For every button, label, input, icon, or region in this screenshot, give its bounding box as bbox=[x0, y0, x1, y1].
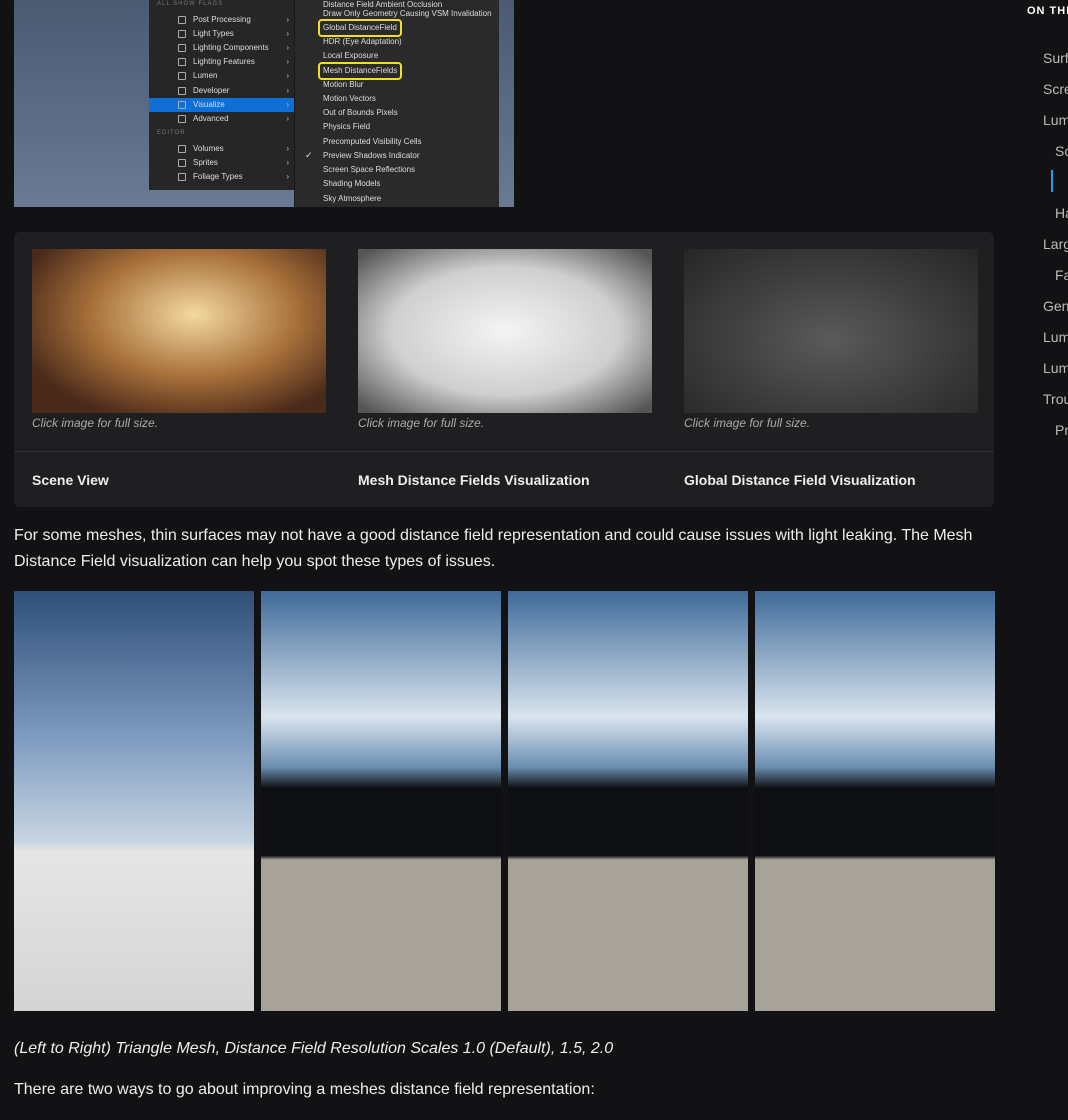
mesh-distance-fields-image[interactable] bbox=[358, 249, 652, 413]
menu-item[interactable]: Foliage Types › bbox=[149, 170, 295, 184]
distance-field-scale-1-5-image bbox=[508, 591, 748, 1011]
checkmark-icon: ✓ bbox=[305, 150, 313, 160]
menu-item-label: Light Types bbox=[193, 29, 234, 38]
show-flags-menu: ALL SHOW FLAGS Post Processing › Light Ty… bbox=[149, 0, 295, 190]
chevron-right-icon: › bbox=[286, 57, 289, 66]
light-icon bbox=[178, 30, 186, 38]
menu-item[interactable]: Volumes › bbox=[149, 142, 295, 156]
submenu-item[interactable]: Motion Vectors bbox=[323, 92, 376, 106]
submenu-item[interactable]: Motion Blur bbox=[323, 78, 363, 92]
scene-view-image[interactable] bbox=[32, 249, 326, 413]
light-icon bbox=[178, 44, 186, 52]
body-paragraph: For some meshes, thin surfaces may not h… bbox=[14, 527, 973, 570]
atom-icon bbox=[178, 115, 186, 123]
chevron-right-icon: › bbox=[286, 15, 289, 24]
menu-item[interactable]: Developer › bbox=[149, 84, 295, 98]
toc-heading: ON THIS PAGE bbox=[1027, 5, 1068, 17]
menu-item-label: Post Processing bbox=[193, 15, 251, 24]
light-icon bbox=[178, 58, 186, 66]
menu-item-label: Foliage Types bbox=[193, 172, 243, 181]
post-processing-icon bbox=[178, 16, 186, 24]
menu-item-label: Lumen bbox=[193, 71, 218, 80]
chevron-right-icon: › bbox=[286, 158, 289, 167]
menu-item-label: Sprites bbox=[193, 158, 218, 167]
toc-item[interactable]: Lum bbox=[1043, 360, 1068, 376]
toc-item[interactable]: Ha bbox=[1055, 205, 1068, 221]
image-gallery: Click image for full size. Scene View Cl… bbox=[14, 232, 994, 507]
menu-item-label: Lighting Components bbox=[193, 43, 269, 52]
body-paragraph: There are two ways to go about improving… bbox=[14, 1081, 595, 1098]
chevron-right-icon: › bbox=[286, 144, 289, 153]
menu-item[interactable]: Post Processing › bbox=[149, 13, 295, 27]
chevron-right-icon: › bbox=[286, 100, 289, 109]
toc-item[interactable]: Fa bbox=[1055, 267, 1068, 283]
divider bbox=[14, 451, 994, 452]
toc-active-indicator bbox=[1051, 170, 1053, 192]
menu-item[interactable]: Lighting Features › bbox=[149, 55, 295, 69]
triangle-mesh-image bbox=[14, 591, 254, 1011]
submenu-item[interactable]: Local Exposure bbox=[323, 49, 378, 63]
volume-icon bbox=[178, 145, 186, 153]
chevron-right-icon: › bbox=[286, 43, 289, 52]
submenu-item[interactable]: Draw Only Geometry Causing VSM Invalidat… bbox=[323, 7, 492, 21]
menu-item[interactable]: Light Types › bbox=[149, 27, 295, 41]
chevron-right-icon: › bbox=[286, 71, 289, 80]
image-caption: Click image for full size. bbox=[684, 416, 811, 430]
toc-item[interactable]: Trou bbox=[1043, 391, 1068, 407]
image-caption: Click image for full size. bbox=[358, 416, 485, 430]
toc-item[interactable]: Scre bbox=[1043, 81, 1068, 97]
submenu-item[interactable]: HDR (Eye Adaptation) bbox=[323, 35, 402, 49]
submenu-item-mesh-distancefields[interactable]: Mesh DistanceFields bbox=[317, 62, 403, 80]
menu-item-label: Developer bbox=[193, 86, 230, 95]
foliage-icon bbox=[178, 173, 186, 181]
menu-item[interactable]: Sprites › bbox=[149, 156, 295, 170]
menu-item[interactable]: Lighting Components › bbox=[149, 41, 295, 55]
menu-item-visualize[interactable]: Visualize › bbox=[149, 98, 295, 112]
toc-item[interactable]: Surf bbox=[1043, 50, 1068, 66]
toc-item[interactable]: Gen bbox=[1043, 298, 1068, 314]
global-distance-field-image[interactable] bbox=[684, 249, 978, 413]
menu-item-label: Advanced bbox=[193, 114, 229, 123]
section-label: ALL SHOW FLAGS bbox=[157, 1, 224, 7]
menu-item-label: Lighting Features bbox=[193, 57, 255, 66]
show-flags-menu-screenshot[interactable]: ALL SHOW FLAGS Post Processing › Light Ty… bbox=[14, 0, 514, 207]
visualize-submenu: Distance Field Ambient Occlusion Draw On… bbox=[294, 0, 499, 207]
image-caption: Click image for full size. bbox=[32, 416, 159, 430]
toc-item[interactable]: Larg bbox=[1043, 236, 1068, 252]
visualize-icon bbox=[178, 101, 186, 109]
image-label: Global Distance Field Visualization bbox=[684, 472, 916, 488]
chevron-right-icon: › bbox=[286, 86, 289, 95]
submenu-item[interactable]: Preview Shadows Indicator bbox=[323, 149, 420, 163]
toc-item[interactable]: Lum bbox=[1043, 329, 1068, 345]
submenu-item[interactable]: Shading Models bbox=[323, 177, 380, 191]
image-caption: (Left to Right) Triangle Mesh, Distance … bbox=[14, 1040, 614, 1057]
submenu-item[interactable]: Out of Bounds Pixels bbox=[323, 106, 398, 120]
menu-item[interactable]: Advanced › bbox=[149, 112, 295, 126]
chevron-right-icon: › bbox=[286, 29, 289, 38]
lumen-icon bbox=[178, 72, 186, 80]
submenu-item[interactable]: Physics Field bbox=[323, 120, 370, 134]
toc-item[interactable]: Lum bbox=[1043, 112, 1068, 128]
sprite-icon bbox=[178, 159, 186, 167]
menu-item-label: Visualize bbox=[193, 100, 225, 109]
toc-item[interactable]: Pr bbox=[1055, 422, 1068, 438]
chevron-right-icon: › bbox=[286, 172, 289, 181]
submenu-item-global-distancefield[interactable]: Global DistanceField bbox=[318, 19, 402, 37]
distance-field-scale-1-image bbox=[261, 591, 501, 1011]
distance-field-scale-2-image bbox=[755, 591, 995, 1011]
section-label: EDITOR bbox=[157, 130, 186, 136]
submenu-item[interactable]: Precomputed Visibility Cells bbox=[323, 135, 422, 149]
toc-item[interactable]: Sc bbox=[1055, 143, 1068, 159]
submenu-item[interactable]: Screen Space Reflections bbox=[323, 163, 415, 177]
chevron-right-icon: › bbox=[286, 114, 289, 123]
image-label: Scene View bbox=[32, 472, 109, 488]
menu-item-label: Volumes bbox=[193, 144, 224, 153]
image-label: Mesh Distance Fields Visualization bbox=[358, 472, 590, 488]
menu-item[interactable]: Lumen › bbox=[149, 69, 295, 83]
user-icon bbox=[178, 87, 186, 95]
submenu-item[interactable]: Sky Atmosphere bbox=[323, 192, 381, 206]
